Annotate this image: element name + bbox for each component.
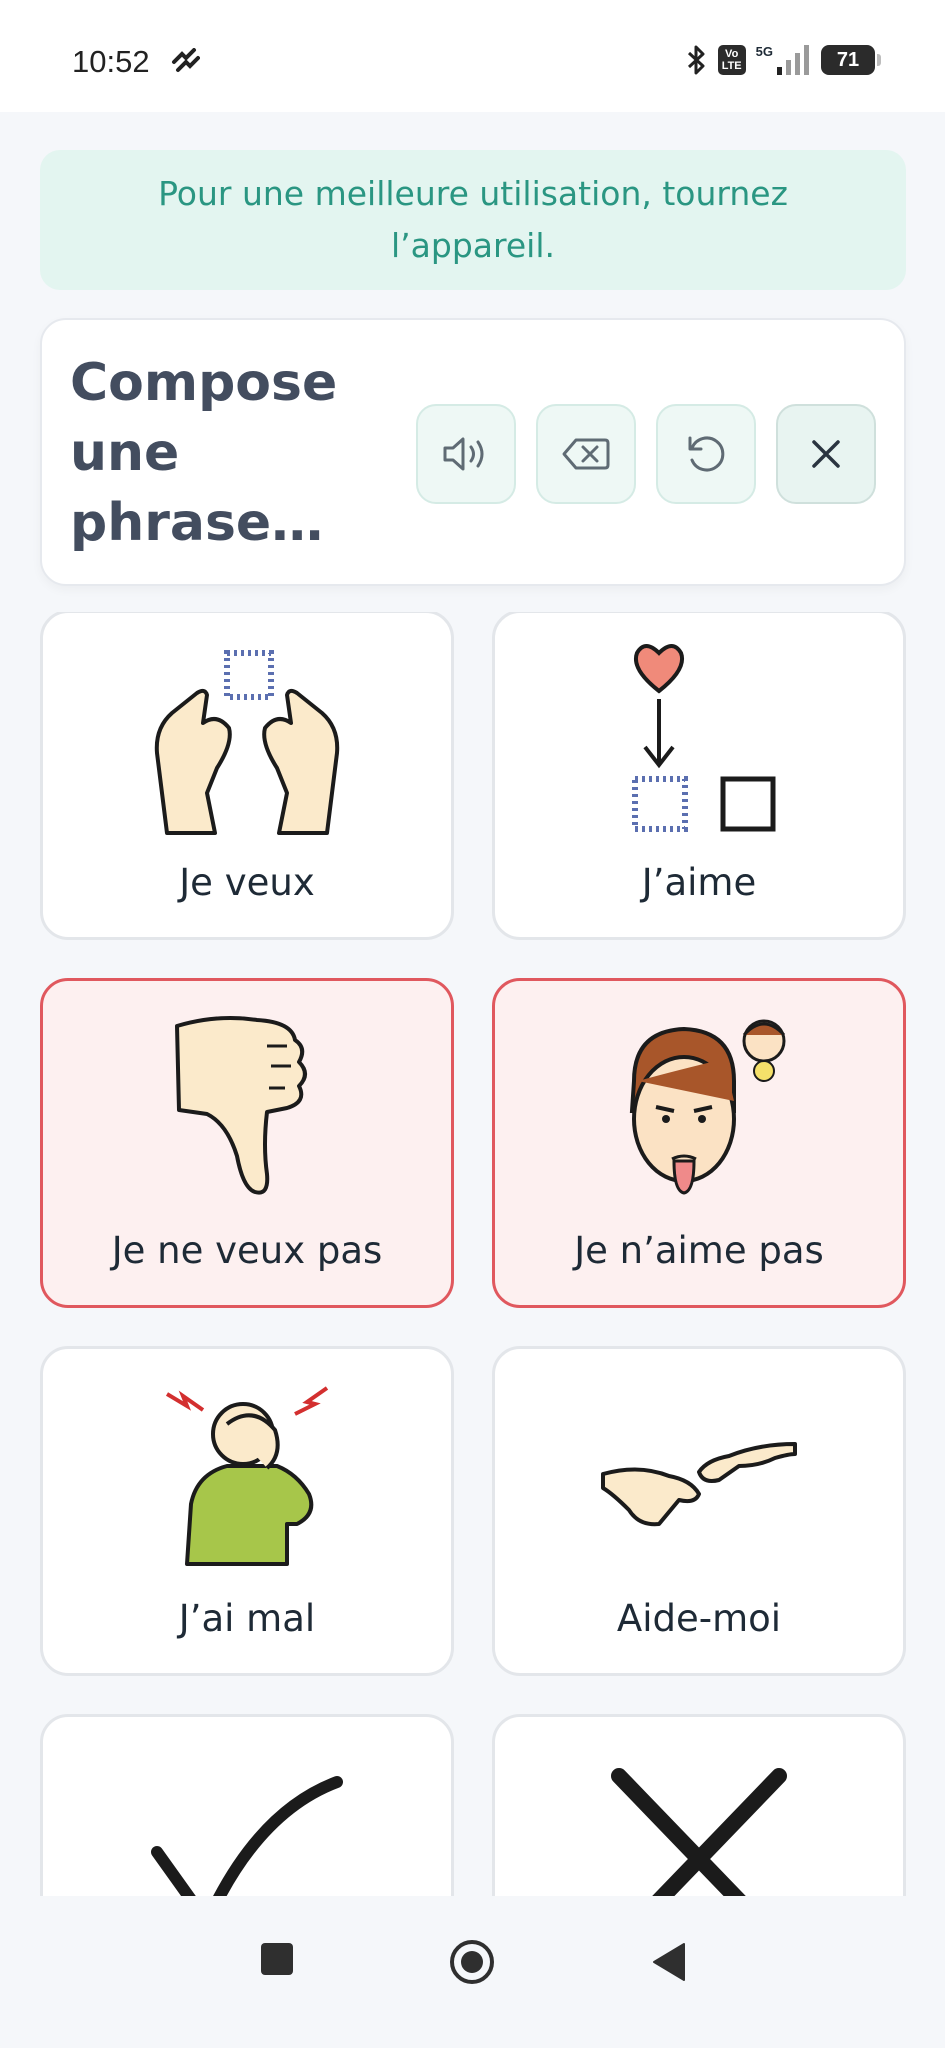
status-bar: 10:52 Vo LTE 5G 71 [0,0,945,112]
recents-button[interactable] [260,1942,294,1980]
signal-icon [777,45,809,75]
cross-icon [611,1768,787,1896]
card-je-n-aime-pas[interactable]: Je n’aime pas [492,978,906,1308]
helping-hands-icon [601,1442,797,1527]
bluetooth-icon [687,45,705,75]
card-je-ne-veux-pas[interactable]: Je ne veux pas [40,978,454,1308]
banner-text: Pour une meilleure utilisation, tournez … [158,174,788,265]
disgust-face-icon [629,1019,786,1195]
card-non[interactable] [492,1714,906,1896]
card-label: J’aime [641,861,757,904]
card-aide-moi[interactable]: Aide-moi [492,1346,906,1676]
card-oui[interactable] [40,1714,454,1896]
card-label: Je ne veux pas [111,1229,383,1272]
sentence-composer: Compose une phrase… [40,318,906,586]
battery-indicator: 71 [821,45,881,75]
like-heart-icon [632,644,776,832]
close-icon [812,440,840,468]
back-triangle-icon [653,1943,685,1981]
system-nav-bar [0,1896,945,2048]
network-type: 5G [755,44,773,59]
home-button[interactable] [448,1938,496,1990]
speak-button[interactable] [416,404,516,504]
card-label: Je veux [179,861,315,904]
backspace-icon [562,438,610,470]
thumbs-down-icon [175,1016,307,1195]
checkmark-icon [151,1776,343,1896]
back-button[interactable] [650,1942,686,1986]
undo-icon [688,436,725,472]
card-j-ai-mal[interactable]: J’ai mal [40,1346,454,1676]
card-label: J’ai mal [178,1597,316,1640]
notification-icon [172,48,200,72]
volte-badge: Vo LTE [717,45,746,75]
backspace-button[interactable] [536,404,636,504]
card-label: Aide-moi [616,1597,782,1640]
sentence-placeholder[interactable]: Compose une phrase… [70,348,370,558]
square-icon [261,1943,293,1975]
headache-person-icon [165,1386,329,1566]
phrase-grid: Je veux J’aime Je ne veux pas Je n’aime … [40,612,906,1896]
card-j-aime[interactable]: J’aime [492,612,906,940]
home-circle-icon [450,1940,494,1984]
speaker-icon [443,437,484,471]
undo-button[interactable] [656,404,756,504]
card-je-veux[interactable]: Je veux [40,612,454,940]
want-hands-icon [154,650,340,835]
status-time: 10:52 [72,44,150,79]
rotate-device-banner: Pour une meilleure utilisation, tournez … [40,150,906,290]
card-label: Je n’aime pas [574,1229,824,1272]
clear-button[interactable] [776,404,876,504]
